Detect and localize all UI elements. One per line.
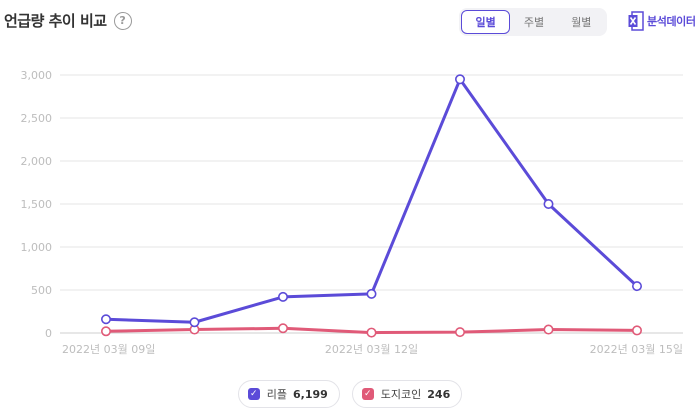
data-point xyxy=(543,199,554,210)
data-point xyxy=(189,317,200,328)
y-tick-label: 1,500 xyxy=(21,198,53,211)
y-tick-label: 3,000 xyxy=(21,69,53,82)
series-line xyxy=(104,77,639,324)
legend-label: 도지코인 xyxy=(380,388,422,401)
data-point xyxy=(277,323,288,334)
chart-legend: ✓ 리플 6,199 ✓ 도지코인 246 xyxy=(0,380,700,408)
x-tick-label: 2022년 03월 12일 xyxy=(325,342,418,356)
legend-value: 246 xyxy=(427,387,451,401)
legend-value: 6,199 xyxy=(293,387,328,401)
data-point xyxy=(454,327,465,338)
data-point xyxy=(366,288,377,299)
data-point xyxy=(277,291,288,302)
x-tick-label: 2022년 03월 09일 xyxy=(62,342,155,356)
line-chart: 0 500 1,000 1,500 2,000 2,500 3,000 2022년 03월 0… xyxy=(21,69,683,356)
y-tick-label: 1,000 xyxy=(21,241,53,254)
y-tick-label: 2,500 xyxy=(21,112,53,125)
legend-item-dogecoin[interactable]: ✓ 도지코인 246 xyxy=(351,380,463,408)
checkbox-checked-icon: ✓ xyxy=(361,388,374,400)
data-point xyxy=(631,281,642,292)
data-point xyxy=(454,74,465,85)
x-tick-label: 2022년 03월 15일 xyxy=(590,342,683,356)
y-tick-label: 500 xyxy=(31,284,52,297)
data-point xyxy=(543,324,554,335)
legend-label: 리플 xyxy=(266,388,287,401)
data-point xyxy=(101,314,112,325)
data-point xyxy=(631,325,642,336)
checkbox-checked-icon: ✓ xyxy=(247,388,260,400)
legend-item-ripple[interactable]: ✓ 리플 6,199 xyxy=(237,380,340,408)
y-tick-label: 0 xyxy=(45,327,52,340)
y-tick-label: 2,000 xyxy=(21,155,53,168)
data-point xyxy=(101,326,112,337)
data-point xyxy=(366,327,377,338)
